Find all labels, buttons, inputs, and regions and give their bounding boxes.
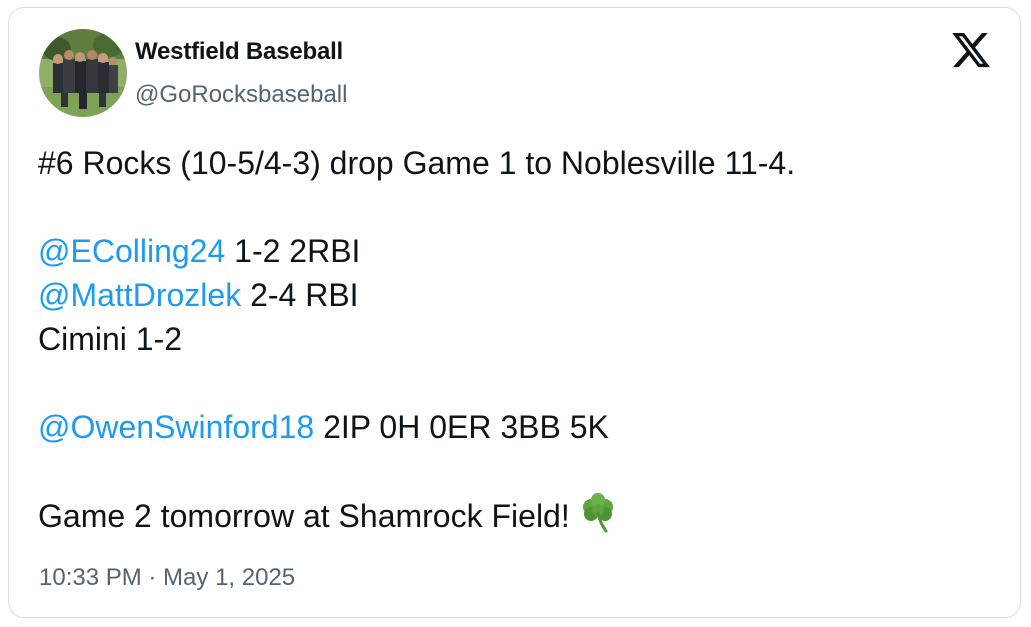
stat-text: 2IP 0H 0ER 3BB 5K (314, 409, 609, 445)
stat-line-3: Cimini 1-2 (38, 321, 183, 357)
shamrock-icon (576, 493, 620, 533)
x-logo-icon[interactable] (950, 33, 992, 73)
tweet-card[interactable]: Westfield Baseball @GoRocksbaseball #6 R… (8, 7, 1021, 618)
mention-link[interactable]: @EColling24 (38, 233, 225, 269)
closing-text: Game 2 tomorrow at Shamrock Field! (38, 498, 570, 534)
tweet-timestamp[interactable]: 10:33 PM · May 1, 2025 (39, 564, 295, 592)
closing-line: Game 2 tomorrow at Shamrock Field! (38, 493, 998, 537)
stat-text: 1-2 2RBI (225, 233, 361, 269)
stat-line-1: @EColling24 1-2 2RBI (38, 229, 998, 273)
author-handle[interactable]: @GoRocksbaseball (135, 81, 347, 109)
tweet-body: #6 Rocks (10-5/4-3) drop Game 1 to Noble… (38, 141, 998, 537)
team-photo-avatar[interactable] (39, 29, 127, 117)
mention-link[interactable]: @OwenSwinford18 (38, 409, 314, 445)
author-display-name[interactable]: Westfield Baseball (135, 38, 343, 66)
stat-line-2: @MattDrozlek 2-4 RBI (38, 273, 998, 317)
stat-line-4: @OwenSwinford18 2IP 0H 0ER 3BB 5K (38, 405, 998, 449)
tweet-headline: #6 Rocks (10-5/4-3) drop Game 1 to Noble… (38, 145, 796, 181)
mention-link[interactable]: @MattDrozlek (38, 277, 241, 313)
stat-text: 2-4 RBI (241, 277, 359, 313)
